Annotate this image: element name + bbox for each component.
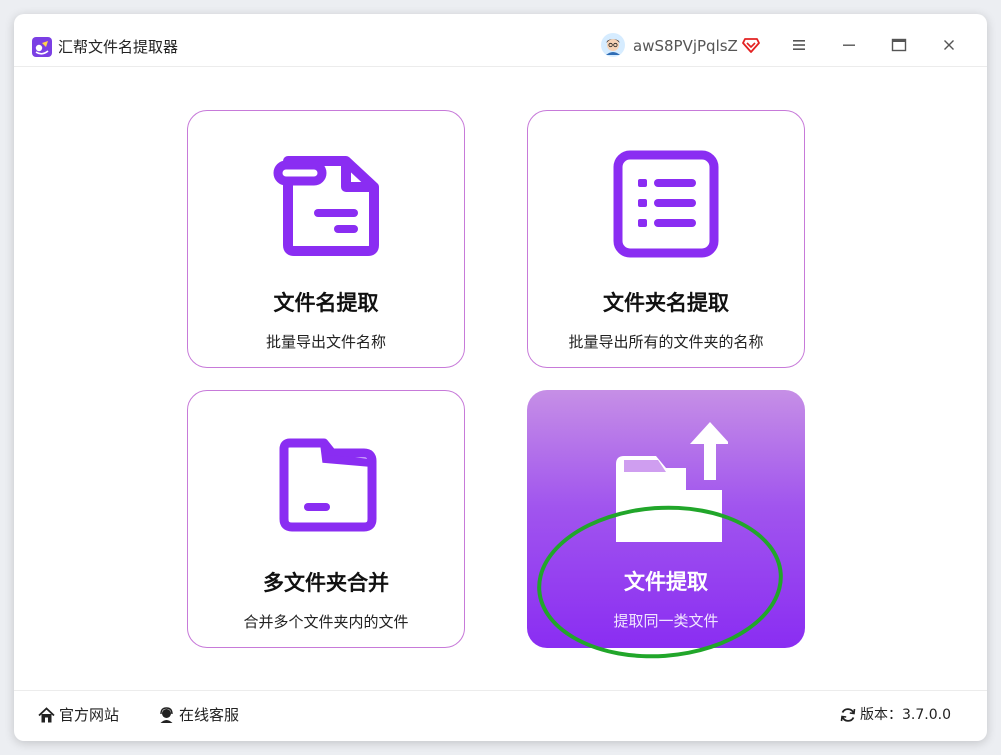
close-button[interactable] [932,30,966,60]
menu-button[interactable] [782,30,816,60]
version-number: 3.7.0.0 [902,707,951,723]
card-description: 提取同一类文件 [613,612,719,630]
folder-icon [279,438,377,532]
version-label: 版本： [860,707,903,723]
close-icon [944,40,954,50]
vip-diamond-icon[interactable] [742,36,760,54]
card-description: 批量导出文件名称 [265,333,386,351]
headset-icon [160,706,173,723]
online-support-label: 在线客服 [179,706,240,724]
home-icon [38,706,55,722]
card-folder-merge[interactable]: 多文件夹合并 合并多个文件夹内的文件 [187,390,465,648]
card-title: 文件提取 [624,570,708,594]
app-logo-icon [32,37,52,57]
maximize-button[interactable] [882,30,916,60]
folder-upload-icon [616,422,728,542]
minimize-button[interactable] [832,30,866,60]
official-website-label: 官方网站 [59,706,120,724]
app-title: 汇帮文件名提取器 [58,38,179,56]
card-description: 合并多个文件夹内的文件 [243,613,409,631]
app-window: 汇帮文件名提取器 awS8PVjPqlsZ 文件名提取 批量导出文件名称 文件夹… [14,14,987,741]
file-icon [273,156,379,256]
title-bar: 汇帮文件名提取器 awS8PVjPqlsZ [14,14,987,67]
card-filename-extract[interactable]: 文件名提取 批量导出文件名称 [187,110,465,368]
card-description: 批量导出所有的文件夹的名称 [568,333,764,351]
hamburger-icon [793,40,805,50]
card-file-extract[interactable]: 文件提取 提取同一类文件 [527,390,805,648]
list-icon [613,150,719,258]
username[interactable]: awS8PVjPqlsZ [633,36,738,56]
minimize-icon [843,44,855,46]
feature-grid: 文件名提取 批量导出文件名称 文件夹名提取 批量导出所有的文件夹的名称 多文件夹… [14,67,987,691]
card-title: 文件夹名提取 [603,291,729,315]
footer-bar: 官方网站 在线客服 版本： 3.7.0.0 [14,690,987,741]
card-title: 文件名提取 [273,291,379,315]
maximize-icon [891,38,907,52]
card-foldername-extract[interactable]: 文件夹名提取 批量导出所有的文件夹的名称 [527,110,805,368]
avatar[interactable] [601,33,625,57]
online-support-link[interactable]: 在线客服 [158,705,239,725]
version-info: 版本： 3.7.0.0 [840,705,951,725]
official-website-link[interactable]: 官方网站 [38,705,119,725]
refresh-icon [840,708,856,722]
card-title: 多文件夹合并 [263,571,389,595]
